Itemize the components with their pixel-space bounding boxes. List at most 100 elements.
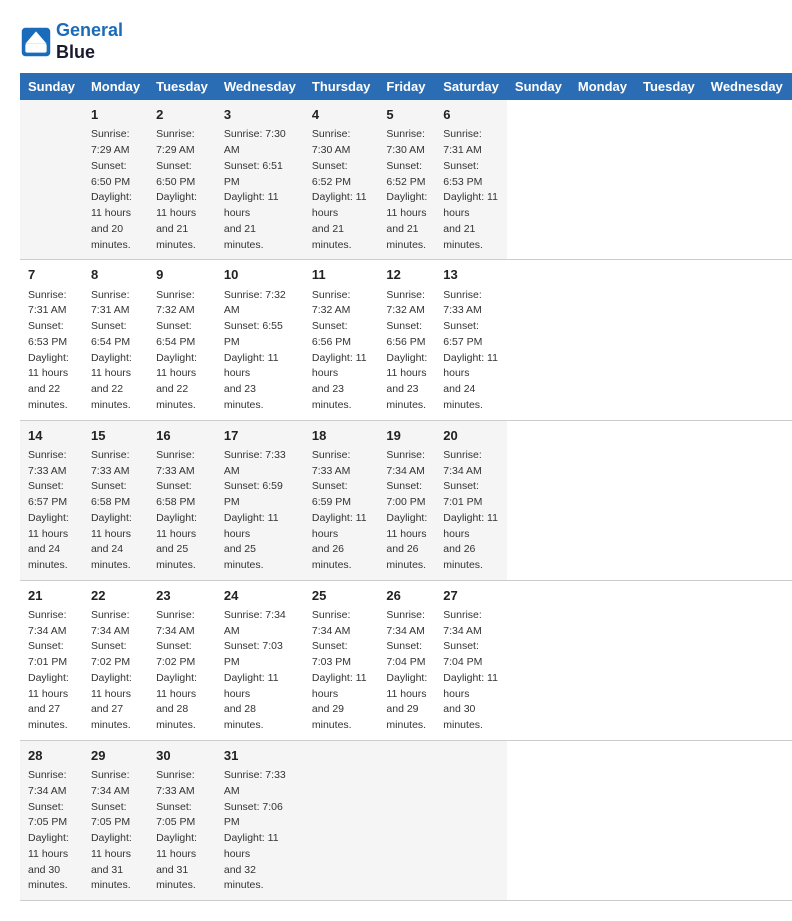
day-number: 12 — [386, 266, 427, 284]
calendar-cell: 4 Sunrise: 7:30 AM Sunset: 6:52 PM Daylig… — [304, 100, 379, 260]
day-info: Sunrise: 7:32 AM Sunset: 6:55 PM Dayligh… — [224, 288, 296, 414]
day-info: Sunrise: 7:33 AM Sunset: 6:57 PM Dayligh… — [443, 288, 499, 414]
calendar-cell: 22 Sunrise: 7:34 AM Sunset: 7:02 PM Dayli… — [83, 580, 148, 740]
day-of-week-header: Friday — [378, 73, 435, 100]
calendar-table: SundayMondayTuesdayWednesdayThursdayFrid… — [20, 73, 792, 901]
calendar-cell: 3 Sunrise: 7:30 AM Sunset: 6:51 PM Daylig… — [216, 100, 304, 260]
day-info: Sunrise: 7:34 AM Sunset: 7:01 PM Dayligh… — [443, 448, 499, 574]
day-info: Sunrise: 7:34 AM Sunset: 7:05 PM Dayligh… — [28, 768, 75, 894]
calendar-cell: 9 Sunrise: 7:32 AM Sunset: 6:54 PM Daylig… — [148, 260, 216, 420]
day-number: 15 — [91, 427, 140, 445]
day-of-week-header: Wednesday — [703, 73, 791, 100]
calendar-week-row: 21 Sunrise: 7:34 AM Sunset: 7:01 PM Dayli… — [20, 580, 792, 740]
day-number: 6 — [443, 106, 499, 124]
day-info: Sunrise: 7:33 AM Sunset: 6:57 PM Dayligh… — [28, 448, 75, 574]
day-info: Sunrise: 7:31 AM Sunset: 6:54 PM Dayligh… — [91, 288, 140, 414]
day-number: 16 — [156, 427, 208, 445]
day-info: Sunrise: 7:34 AM Sunset: 7:02 PM Dayligh… — [156, 608, 208, 734]
day-info: Sunrise: 7:33 AM Sunset: 7:06 PM Dayligh… — [224, 768, 296, 894]
day-info: Sunrise: 7:34 AM Sunset: 7:04 PM Dayligh… — [386, 608, 427, 734]
calendar-cell — [378, 740, 435, 900]
calendar-cell: 13 Sunrise: 7:33 AM Sunset: 6:57 PM Dayli… — [435, 260, 507, 420]
day-of-week-header: Saturday — [435, 73, 507, 100]
day-number: 2 — [156, 106, 208, 124]
day-info: Sunrise: 7:30 AM Sunset: 6:51 PM Dayligh… — [224, 127, 296, 253]
day-of-week-header: Thursday — [304, 73, 379, 100]
calendar-header-row: SundayMondayTuesdayWednesdayThursdayFrid… — [20, 73, 792, 100]
day-number: 31 — [224, 747, 296, 765]
calendar-cell: 29 Sunrise: 7:34 AM Sunset: 7:05 PM Dayli… — [83, 740, 148, 900]
day-info: Sunrise: 7:33 AM Sunset: 6:59 PM Dayligh… — [312, 448, 371, 574]
day-info: Sunrise: 7:34 AM Sunset: 7:03 PM Dayligh… — [224, 608, 296, 734]
day-info: Sunrise: 7:32 AM Sunset: 6:56 PM Dayligh… — [386, 288, 427, 414]
day-info: Sunrise: 7:30 AM Sunset: 6:52 PM Dayligh… — [386, 127, 427, 253]
day-number: 13 — [443, 266, 499, 284]
day-number: 27 — [443, 587, 499, 605]
day-number: 22 — [91, 587, 140, 605]
day-info: Sunrise: 7:34 AM Sunset: 7:02 PM Dayligh… — [91, 608, 140, 734]
day-info: Sunrise: 7:32 AM Sunset: 6:54 PM Dayligh… — [156, 288, 208, 414]
calendar-cell: 14 Sunrise: 7:33 AM Sunset: 6:57 PM Dayli… — [20, 420, 83, 580]
logo: General Blue — [20, 20, 123, 63]
calendar-cell: 19Sunrise: 7:34 AM Sunset: 7:00 PM Dayli… — [378, 420, 435, 580]
day-number: 19 — [386, 427, 427, 445]
day-of-week-header: Monday — [83, 73, 148, 100]
calendar-cell: 12 Sunrise: 7:32 AM Sunset: 6:56 PM Dayli… — [378, 260, 435, 420]
day-of-week-header: Sunday — [20, 73, 83, 100]
calendar-cell: 8Sunrise: 7:31 AM Sunset: 6:54 PM Daylig… — [83, 260, 148, 420]
day-info: Sunrise: 7:29 AM Sunset: 6:50 PM Dayligh… — [91, 127, 140, 253]
calendar-cell: 1 Sunrise: 7:29 AM Sunset: 6:50 PM Daylig… — [83, 100, 148, 260]
calendar-cell — [435, 740, 507, 900]
calendar-cell: 17Sunrise: 7:33 AM Sunset: 6:59 PM Dayli… — [216, 420, 304, 580]
day-number: 21 — [28, 587, 75, 605]
day-of-week-header: Wednesday — [216, 73, 304, 100]
calendar-week-row: 1 Sunrise: 7:29 AM Sunset: 6:50 PM Daylig… — [20, 100, 792, 260]
day-info: Sunrise: 7:30 AM Sunset: 6:52 PM Dayligh… — [312, 127, 371, 253]
day-info: Sunrise: 7:34 AM Sunset: 7:03 PM Dayligh… — [312, 608, 371, 734]
day-info: Sunrise: 7:29 AM Sunset: 6:50 PM Dayligh… — [156, 127, 208, 253]
calendar-cell: 20Sunrise: 7:34 AM Sunset: 7:01 PM Dayli… — [435, 420, 507, 580]
calendar-week-row: 14 Sunrise: 7:33 AM Sunset: 6:57 PM Dayli… — [20, 420, 792, 580]
calendar-cell: 2 Sunrise: 7:29 AM Sunset: 6:50 PM Daylig… — [148, 100, 216, 260]
day-number: 10 — [224, 266, 296, 284]
calendar-cell: 7 Sunrise: 7:31 AM Sunset: 6:53 PM Daylig… — [20, 260, 83, 420]
calendar-cell: 11Sunrise: 7:32 AM Sunset: 6:56 PM Dayli… — [304, 260, 379, 420]
day-number: 9 — [156, 266, 208, 284]
calendar-cell — [304, 740, 379, 900]
day-of-week-header: Sunday — [507, 73, 570, 100]
calendar-cell: 10 Sunrise: 7:32 AM Sunset: 6:55 PM Dayli… — [216, 260, 304, 420]
day-number: 3 — [224, 106, 296, 124]
day-number: 24 — [224, 587, 296, 605]
calendar-cell: 6 Sunrise: 7:31 AM Sunset: 6:53 PM Daylig… — [435, 100, 507, 260]
calendar-cell: 26 Sunrise: 7:34 AM Sunset: 7:04 PM Dayli… — [378, 580, 435, 740]
logo-text: General Blue — [56, 20, 123, 63]
day-info: Sunrise: 7:34 AM Sunset: 7:05 PM Dayligh… — [91, 768, 140, 894]
day-number: 1 — [91, 106, 140, 124]
day-info: Sunrise: 7:31 AM Sunset: 6:53 PM Dayligh… — [28, 288, 75, 414]
calendar-cell: 23 Sunrise: 7:34 AM Sunset: 7:02 PM Dayli… — [148, 580, 216, 740]
day-info: Sunrise: 7:33 AM Sunset: 7:05 PM Dayligh… — [156, 768, 208, 894]
day-number: 23 — [156, 587, 208, 605]
calendar-week-row: 7 Sunrise: 7:31 AM Sunset: 6:53 PM Daylig… — [20, 260, 792, 420]
calendar-cell: 16 Sunrise: 7:33 AM Sunset: 6:58 PM Dayli… — [148, 420, 216, 580]
calendar-cell: 21 Sunrise: 7:34 AM Sunset: 7:01 PM Dayli… — [20, 580, 83, 740]
day-of-week-header: Tuesday — [148, 73, 216, 100]
day-number: 29 — [91, 747, 140, 765]
day-info: Sunrise: 7:31 AM Sunset: 6:53 PM Dayligh… — [443, 127, 499, 253]
calendar-cell: 24 Sunrise: 7:34 AM Sunset: 7:03 PM Dayli… — [216, 580, 304, 740]
calendar-cell: 31 Sunrise: 7:33 AM Sunset: 7:06 PM Dayli… — [216, 740, 304, 900]
day-number: 25 — [312, 587, 371, 605]
calendar-cell: 25 Sunrise: 7:34 AM Sunset: 7:03 PM Dayli… — [304, 580, 379, 740]
calendar-cell: 15Sunrise: 7:33 AM Sunset: 6:58 PM Dayli… — [83, 420, 148, 580]
calendar-cell: 30 Sunrise: 7:33 AM Sunset: 7:05 PM Dayli… — [148, 740, 216, 900]
day-number: 14 — [28, 427, 75, 445]
day-info: Sunrise: 7:34 AM Sunset: 7:01 PM Dayligh… — [28, 608, 75, 734]
day-number: 7 — [28, 266, 75, 284]
day-number: 4 — [312, 106, 371, 124]
day-of-week-header: Tuesday — [635, 73, 703, 100]
day-number: 26 — [386, 587, 427, 605]
day-number: 30 — [156, 747, 208, 765]
page-header: General Blue — [20, 20, 772, 63]
day-info: Sunrise: 7:33 AM Sunset: 6:58 PM Dayligh… — [156, 448, 208, 574]
day-info: Sunrise: 7:33 AM Sunset: 6:59 PM Dayligh… — [224, 448, 296, 574]
